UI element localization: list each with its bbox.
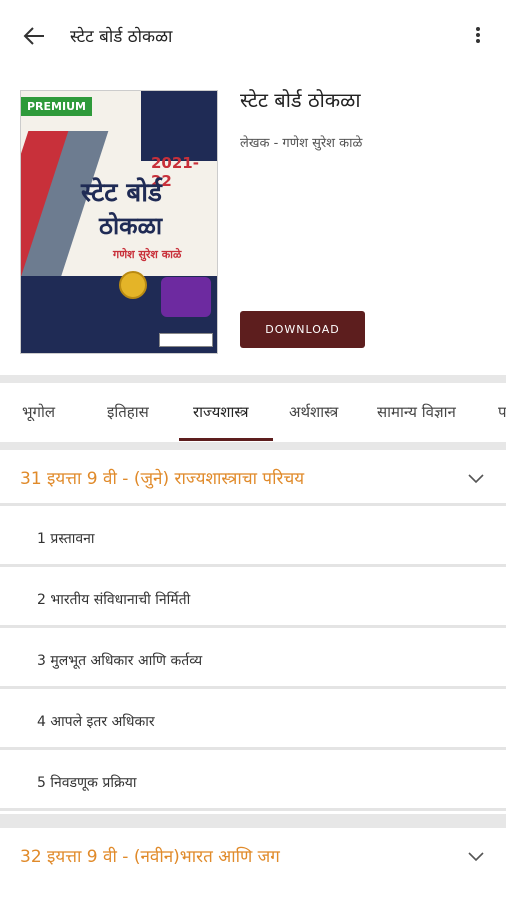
download-button[interactable]: DOWNLOAD (240, 311, 365, 348)
active-tab-indicator (179, 438, 273, 441)
lesson-label: 4 आपले इतर अधिकार (37, 714, 155, 730)
tab-next[interactable]: प (498, 402, 506, 422)
cover-author: गणेश सुरेश काळे (113, 248, 182, 261)
chevron-down-icon[interactable] (466, 468, 486, 488)
lesson-label: 3 मुलभूत अधिकार आणि कर्तव्य (37, 653, 203, 669)
tab-geography[interactable]: भूगोल (22, 402, 55, 422)
book-header: PREMIUM 2021-22 स्टेट बोर्ड ठोकळा गणेश स… (0, 70, 506, 375)
lesson-label: 2 भारतीय संविधानाची निर्मिती (37, 592, 191, 608)
subject-tabs: भूगोल इतिहास राज्यशास्त्र अर्थशास्त्र सा… (0, 382, 506, 442)
cover-subtitle: ठोकळा (99, 212, 163, 240)
lesson-label: 1 प्रस्तावना (37, 531, 95, 547)
cover-sticker (161, 277, 211, 317)
tab-political-science[interactable]: राज्यशास्त्र (193, 402, 249, 422)
back-arrow-icon[interactable] (20, 22, 48, 50)
book-title: स्टेट बोर्ड ठोकळा (240, 88, 361, 112)
lesson-label: 5 निवडणूक प्रक्रिया (37, 775, 137, 791)
publisher-logo (159, 333, 213, 347)
chapter-header[interactable]: 32 इयत्ता 9 वी - (नवीन)भारत आणि जग (0, 828, 506, 884)
divider (0, 442, 506, 450)
chapter-header[interactable]: 31 इयत्ता 9 वी - (जुने) राज्यशास्त्राचा … (0, 450, 506, 506)
more-vert-icon[interactable] (468, 20, 488, 50)
book-cover: PREMIUM 2021-22 स्टेट बोर्ड ठोकळा गणेश स… (20, 90, 218, 354)
chapter-title: 31 इयत्ता 9 वी - (जुने) राज्यशास्त्राचा … (20, 469, 305, 489)
list-item[interactable]: 3 मुलभूत अधिकार आणि कर्तव्य (0, 631, 506, 689)
cover-title: स्टेट बोर्ड (81, 178, 162, 208)
divider (0, 814, 506, 828)
list-item[interactable]: 5 निवडणूक प्रक्रिया (0, 753, 506, 811)
page-title: स्टेट बोर्ड ठोकळा (70, 27, 173, 47)
chapter-title: 32 इयत्ता 9 वी - (नवीन)भारत आणि जग (20, 847, 280, 867)
tab-economics[interactable]: अर्थशास्त्र (289, 402, 338, 422)
chevron-down-icon[interactable] (466, 846, 486, 866)
premium-badge: PREMIUM (21, 97, 92, 116)
medal-icon (119, 271, 147, 299)
tab-history[interactable]: इतिहास (107, 402, 149, 422)
tab-general-science[interactable]: सामान्य विज्ञान (377, 402, 456, 422)
list-item[interactable]: 1 प्रस्तावना (0, 509, 506, 567)
list-item[interactable]: 4 आपले इतर अधिकार (0, 692, 506, 750)
app-bar: स्टेट बोर्ड ठोकळा (0, 0, 506, 70)
list-item[interactable]: 2 भारतीय संविधानाची निर्मिती (0, 570, 506, 628)
book-author: लेखक - गणेश सुरेश काळे (240, 136, 363, 151)
